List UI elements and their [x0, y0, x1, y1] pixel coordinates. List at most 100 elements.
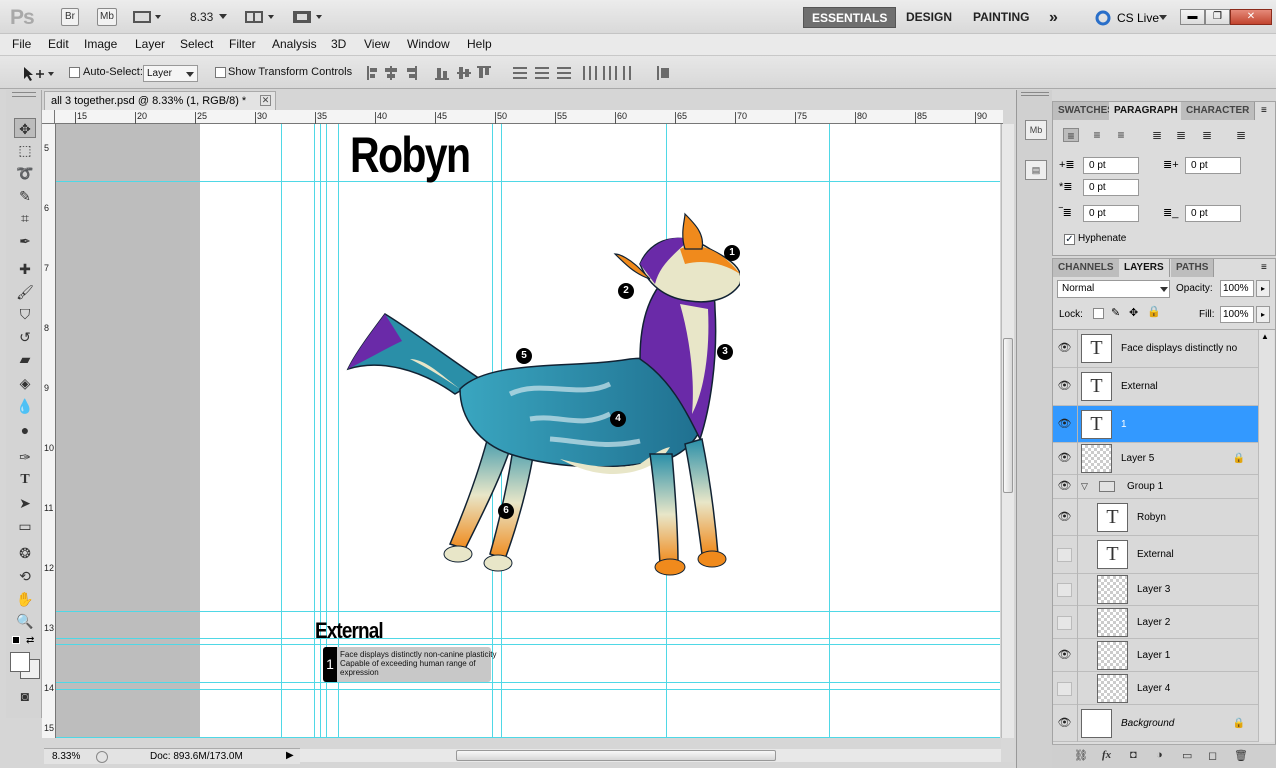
quick-selection-tool-icon[interactable]: ✎ [14, 186, 36, 206]
new-layer-icon[interactable]: ◻ [1208, 749, 1217, 762]
align-center-icon[interactable]: ≡ [1089, 128, 1105, 142]
lock-position-icon[interactable]: ✥ [1129, 306, 1138, 319]
fill-slider-icon[interactable]: ▸ [1256, 306, 1270, 323]
layer-row[interactable]: T External [1053, 536, 1259, 574]
blend-mode-dropdown[interactable]: Normal [1057, 280, 1170, 298]
brush-tool-icon[interactable]: 🖌 [14, 282, 36, 302]
add-mask-icon[interactable]: ◘ [1130, 749, 1137, 761]
crop-tool-icon[interactable]: ⌗ [14, 208, 36, 228]
hand-tool-icon[interactable]: ✋ [14, 589, 36, 609]
move-tool-preset-icon[interactable] [22, 66, 56, 82]
menu-image[interactable]: Image [84, 37, 117, 51]
menu-analysis[interactable]: Analysis [272, 37, 317, 51]
lock-all-icon[interactable]: 🔒 [1147, 305, 1161, 318]
move-tool-icon[interactable]: ✥ [14, 118, 36, 138]
history-panel-icon[interactable]: ▤ [1025, 160, 1047, 180]
eye-icon[interactable]: 👁 [1057, 380, 1072, 392]
workspace-design[interactable]: DESIGN [898, 7, 960, 28]
eye-icon[interactable]: 👁 [1057, 418, 1072, 430]
workspace-painting[interactable]: PAINTING [965, 7, 1037, 28]
menu-select[interactable]: Select [180, 37, 213, 51]
status-info-icon[interactable] [96, 751, 108, 763]
zoom-level[interactable]: 8.33 [190, 10, 213, 24]
eye-icon[interactable]: 👁 [1057, 480, 1072, 492]
tab-channels[interactable]: CHANNELS [1053, 259, 1120, 277]
eye-icon[interactable]: 👁 [1057, 649, 1072, 661]
opacity-slider-icon[interactable]: ▸ [1256, 280, 1270, 297]
layer-row[interactable]: 👁 Layer 5 🔒 [1053, 443, 1259, 475]
visibility-toggle[interactable] [1057, 615, 1072, 630]
new-group-icon[interactable]: ▭ [1182, 749, 1192, 762]
fill-field[interactable]: 100% [1220, 306, 1254, 323]
foreground-color-swatch[interactable] [10, 652, 30, 672]
view-extras-button[interactable] [132, 9, 162, 25]
indent-left-field[interactable]: 0 pt [1083, 157, 1139, 174]
arrange-documents-button[interactable] [244, 9, 278, 25]
blur-tool-icon[interactable]: 💧 [14, 396, 36, 416]
status-zoom[interactable]: 8.33% [52, 751, 80, 762]
visibility-toggle[interactable] [1057, 681, 1072, 696]
expand-group-icon[interactable]: ▽ [1081, 481, 1088, 492]
3d-rotate-tool-icon[interactable]: ❂ [14, 543, 36, 563]
justify-all-icon[interactable]: ≣ [1233, 128, 1249, 142]
adjustment-layer-icon[interactable]: ◑ [1156, 749, 1163, 761]
indent-first-line-field[interactable]: 0 pt [1083, 179, 1139, 196]
layer-row[interactable]: Layer 2 [1053, 606, 1259, 639]
layer-row[interactable]: 👁 T External [1053, 368, 1259, 406]
dock-grip[interactable] [1021, 92, 1049, 96]
align-distribute-icons[interactable] [365, 64, 675, 82]
workspace-essentials[interactable]: ESSENTIALS [803, 7, 897, 28]
justify-last-left-icon[interactable]: ≣ [1149, 128, 1165, 142]
marquee-tool-icon[interactable]: ⬚ [14, 140, 36, 160]
eye-icon[interactable]: 👁 [1057, 452, 1072, 464]
tools-grip[interactable] [12, 92, 36, 97]
menu-view[interactable]: View [364, 37, 390, 51]
align-left-icon[interactable]: ≡ [1063, 128, 1079, 143]
close-document-icon[interactable]: ✕ [260, 95, 271, 106]
horizontal-ruler[interactable]: 15 20 25 30 35 40 45 50 55 60 65 70 75 80 85 90 [55, 110, 1003, 124]
zoom-dropdown-icon[interactable] [218, 13, 228, 21]
justify-last-center-icon[interactable]: ≣ [1173, 128, 1189, 142]
zoom-tool-icon[interactable]: 🔍 [14, 611, 36, 631]
hyphenate-checkbox[interactable] [1064, 234, 1075, 245]
menu-help[interactable]: Help [467, 37, 492, 51]
clone-stamp-tool-icon[interactable]: ⛉ [14, 304, 36, 324]
healing-brush-tool-icon[interactable]: ✚ [14, 259, 36, 279]
eyedropper-tool-icon[interactable]: ✒ [14, 231, 36, 251]
status-menu-arrow-icon[interactable]: ▶ [286, 750, 294, 761]
mini-bridge-button[interactable]: Mb [97, 8, 117, 26]
document-tab[interactable]: all 3 together.psd @ 8.33% (1, RGB/8) * … [44, 91, 276, 110]
close-button[interactable]: ✕ [1230, 9, 1272, 25]
layers-scrollbar[interactable]: ▲ [1258, 330, 1274, 742]
visibility-toggle[interactable] [1057, 583, 1072, 597]
layers-panel-menu-icon[interactable]: ≡ [1261, 262, 1267, 273]
3d-orbit-tool-icon[interactable]: ⟲ [14, 566, 36, 586]
cs-live-button[interactable]: CS Live [1117, 11, 1159, 25]
delete-layer-icon[interactable]: 🗑 [1234, 749, 1248, 762]
minimize-button[interactable]: ▬ [1180, 9, 1205, 25]
eye-icon[interactable]: 👁 [1057, 717, 1072, 729]
align-right-icon[interactable]: ≡ [1113, 128, 1129, 142]
shape-tool-icon[interactable]: ▭ [14, 516, 36, 536]
layer-style-icon[interactable]: fx [1102, 749, 1111, 761]
layer-row[interactable]: 👁 T Robyn [1053, 499, 1259, 536]
default-colors-icon[interactable] [12, 636, 20, 644]
dodge-tool-icon[interactable]: ● [14, 420, 36, 440]
panel-menu-icon[interactable]: ≡ [1261, 105, 1267, 116]
layer-row[interactable]: 👁 Background 🔒 [1053, 705, 1259, 742]
layer-row[interactable]: 👁 T Face displays distinctly no... [1053, 330, 1259, 368]
maximize-button[interactable]: ❐ [1205, 9, 1230, 25]
cs-live-dropdown-icon[interactable] [1159, 15, 1167, 21]
path-selection-tool-icon[interactable]: ➤ [14, 493, 36, 513]
paint-bucket-tool-icon[interactable]: ◈ [14, 373, 36, 393]
space-before-field[interactable]: 0 pt [1083, 205, 1139, 222]
swap-colors-icon[interactable]: ⇄ [26, 635, 34, 646]
layer-row[interactable]: Layer 3 [1053, 574, 1259, 606]
menu-filter[interactable]: Filter [229, 37, 256, 51]
visibility-toggle[interactable] [1057, 548, 1072, 562]
eye-icon[interactable]: 👁 [1057, 342, 1072, 354]
vertical-scrollbar[interactable] [1001, 124, 1014, 738]
pen-tool-icon[interactable]: ✑ [14, 447, 36, 467]
space-after-field[interactable]: 0 pt [1185, 205, 1241, 222]
auto-select-dropdown[interactable]: Layer [143, 65, 198, 82]
